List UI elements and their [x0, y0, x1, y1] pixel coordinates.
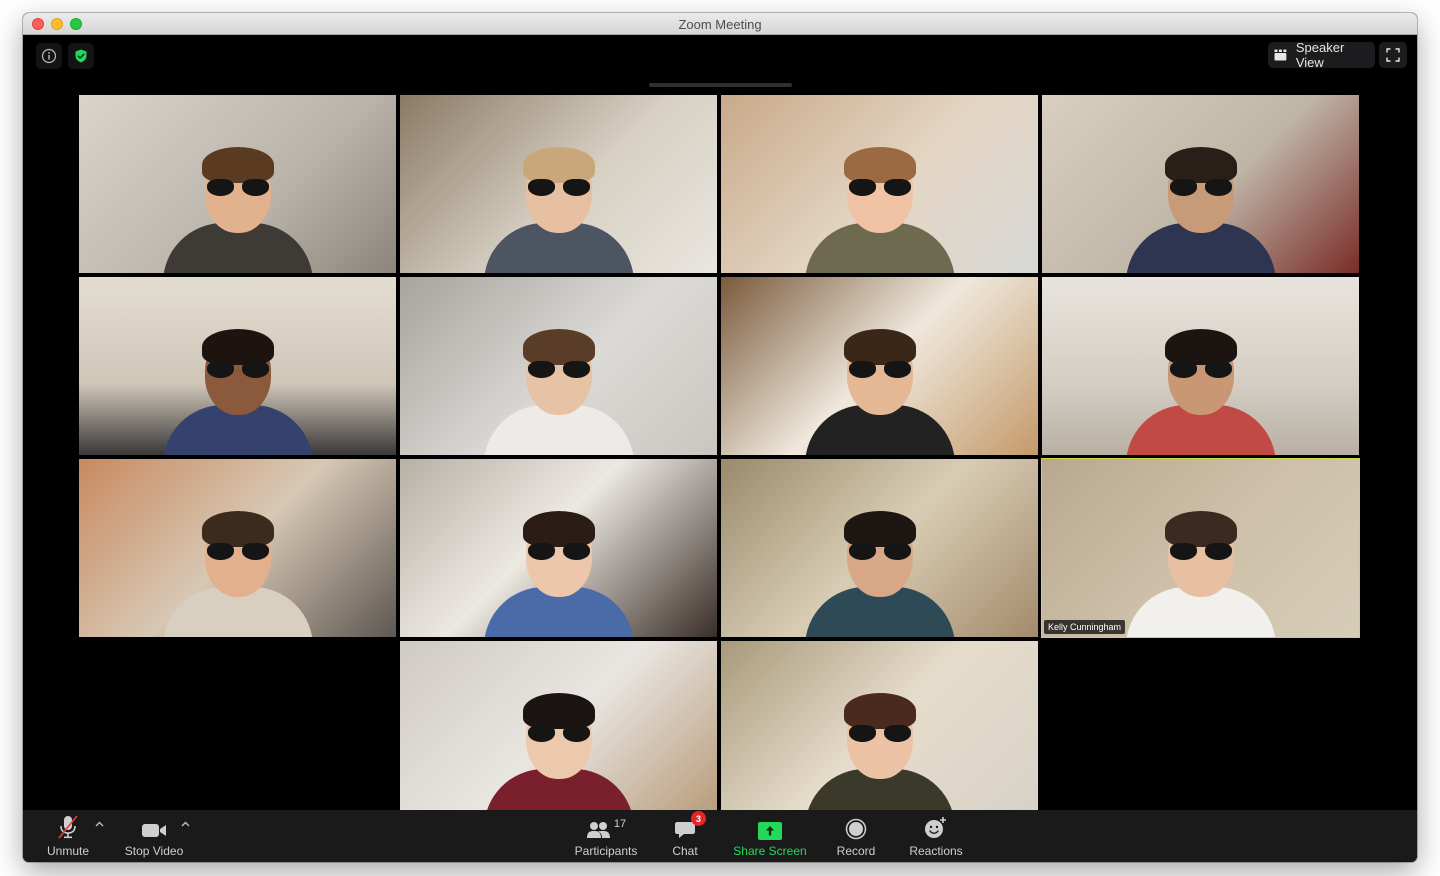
sunglasses: [1169, 361, 1232, 379]
reactions-button[interactable]: Reactions: [907, 814, 965, 858]
participant-video-tile[interactable]: [400, 641, 717, 819]
audio-options-caret[interactable]: [93, 818, 105, 830]
unmute-button[interactable]: Unmute: [45, 814, 91, 858]
record-label: Record: [836, 844, 876, 858]
participant-figure: [1125, 511, 1276, 637]
participants-button[interactable]: 17 Participants: [571, 814, 641, 858]
participant-video-tile[interactable]: [79, 95, 396, 273]
zoom-window: Zoom Meeting Speaker View Kelly Cunningh…: [23, 13, 1417, 862]
speaker-view-label: Speaker View: [1295, 40, 1345, 70]
sunglasses: [206, 179, 269, 197]
gallery-drag-handle[interactable]: [649, 83, 792, 87]
video-camera-icon: [142, 824, 166, 837]
meeting-info-button[interactable]: [36, 43, 62, 69]
stop-video-label: Stop Video: [124, 844, 184, 858]
participant-video-tile[interactable]: [721, 277, 1038, 455]
participant-figure: [804, 511, 955, 637]
participant-figure: [804, 693, 955, 819]
security-button[interactable]: [68, 43, 94, 69]
participant-figure: [804, 147, 955, 273]
participant-figure: [804, 329, 955, 455]
chat-button[interactable]: 3 Chat: [667, 811, 706, 858]
sunglasses: [206, 361, 269, 379]
participant-figure: [162, 147, 313, 273]
title-bar: Zoom Meeting: [23, 13, 1417, 35]
share-screen-button[interactable]: Share Screen: [731, 814, 809, 858]
reactions-smiley-icon: [925, 817, 946, 838]
participants-label: Participants: [574, 844, 638, 858]
sunglasses: [527, 725, 590, 743]
participant-figure: [483, 329, 634, 455]
sunglasses: [527, 361, 590, 379]
unmute-label: Unmute: [46, 844, 90, 858]
shield-check-icon: [75, 49, 87, 63]
chevron-up-icon: [181, 821, 189, 827]
speaker-view-button[interactable]: Speaker View: [1268, 40, 1375, 70]
participant-video-tile[interactable]: [721, 95, 1038, 273]
participant-video-tile[interactable]: [721, 641, 1038, 819]
participant-figure: [1125, 329, 1276, 455]
participant-figure: [483, 511, 634, 637]
participant-name-tag: Kelly Cunningham: [1044, 620, 1126, 634]
participant-figure: [483, 147, 634, 273]
participant-video-tile[interactable]: [721, 459, 1038, 637]
record-button[interactable]: Record: [833, 814, 879, 858]
sunglasses: [848, 725, 911, 743]
info-icon: [41, 48, 57, 64]
sunglasses: [527, 179, 590, 197]
sunglasses: [527, 543, 590, 561]
participant-video-tile[interactable]: [79, 277, 396, 455]
participant-figure: [162, 511, 313, 637]
participant-figure: [162, 329, 313, 455]
sunglasses: [1169, 543, 1232, 561]
fullscreen-button[interactable]: [1379, 42, 1407, 68]
speaker-view-icon: [1274, 49, 1287, 61]
participant-video-tile[interactable]: [79, 459, 396, 637]
stop-video-button[interactable]: Stop Video: [123, 814, 185, 858]
participant-video-tile[interactable]: [400, 95, 717, 273]
share-screen-label: Share Screen: [733, 844, 807, 858]
participant-video-tile[interactable]: [400, 277, 717, 455]
participant-figure: [483, 693, 634, 819]
participant-video-tile[interactable]: [1042, 277, 1359, 455]
sunglasses: [848, 543, 911, 561]
chat-label: Chat: [672, 844, 698, 858]
window-title: Zoom Meeting: [678, 17, 762, 32]
reactions-label: Reactions: [909, 844, 963, 858]
meeting-toolbar: Unmute Stop Video 17 Participants 3 Chat…: [23, 810, 1417, 862]
share-screen-icon: [758, 822, 782, 840]
participant-video-tile[interactable]: [1042, 95, 1359, 273]
participant-figure: [1125, 147, 1276, 273]
sunglasses: [1169, 179, 1232, 197]
participants-count: 17: [613, 818, 627, 830]
fullscreen-icon: [1386, 48, 1400, 62]
microphone-muted-icon: [58, 815, 78, 839]
chat-unread-badge: 3: [691, 811, 706, 826]
participant-video-tile-active-speaker[interactable]: Kelly Cunningham: [1041, 458, 1360, 638]
chevron-up-icon: [95, 821, 103, 827]
sunglasses: [206, 543, 269, 561]
sunglasses: [848, 179, 911, 197]
participants-icon: [586, 822, 610, 838]
video-options-caret[interactable]: [179, 818, 191, 830]
sunglasses: [848, 361, 911, 379]
record-icon: [845, 818, 867, 840]
participant-video-tile[interactable]: [400, 459, 717, 637]
